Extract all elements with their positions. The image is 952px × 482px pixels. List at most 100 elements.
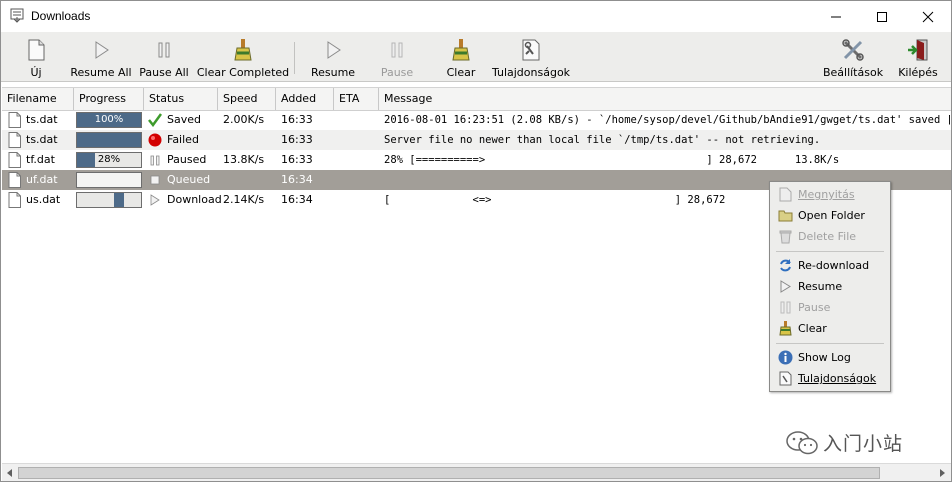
folder-icon: [778, 210, 793, 222]
column-added[interactable]: Added: [276, 88, 334, 110]
pause-all-label: Pause All: [139, 66, 189, 79]
column-filename[interactable]: Filename: [2, 88, 74, 110]
menu-item-label: Clear: [798, 322, 827, 335]
new-button[interactable]: Új: [21, 32, 51, 82]
menu-item-label: Megnyitás: [798, 188, 855, 201]
toolbar-separator: [294, 42, 295, 74]
progress-text: [77, 133, 141, 147]
pause-icon: [158, 42, 170, 58]
menu-item-show-log[interactable]: Show Log: [772, 347, 888, 368]
menu-item-resume[interactable]: Resume: [772, 276, 888, 297]
menu-item-pause[interactable]: Pause: [772, 297, 888, 318]
menu-separator: [776, 343, 884, 344]
toolbar: Új Resume All Pause All Clear Completed: [1, 32, 951, 82]
menu-item-open[interactable]: Megnyitás: [772, 184, 888, 205]
window-title: Downloads: [31, 9, 91, 23]
progress-text: 100%: [94, 114, 124, 125]
broom-icon: [779, 321, 792, 336]
scroll-left-icon[interactable]: [5, 468, 13, 478]
pause-icon: [150, 155, 160, 166]
queued-icon: [150, 175, 160, 185]
row-speed: 2.14K/s: [223, 193, 265, 206]
close-button[interactable]: [905, 1, 951, 32]
broom-icon: [234, 39, 252, 61]
menu-item-label: Delete File: [798, 230, 857, 243]
column-speed[interactable]: Speed: [218, 88, 276, 110]
clear-button[interactable]: Clear: [443, 32, 479, 82]
file-icon: [8, 172, 21, 188]
menu-item-redownload[interactable]: Re-download: [772, 255, 888, 276]
play-icon: [327, 41, 341, 59]
progress-text: 28%: [97, 154, 121, 165]
clear-label: Clear: [446, 66, 476, 79]
menu-separator: [776, 251, 884, 252]
scroll-right-icon[interactable]: [939, 468, 947, 478]
wechat-logo-icon: [786, 431, 818, 455]
menu-item-open-folder[interactable]: Open Folder: [772, 205, 888, 226]
pause-button[interactable]: Pause: [377, 32, 417, 82]
app-icon: [10, 8, 24, 23]
broom-icon: [452, 39, 470, 61]
menu-item-properties[interactable]: Tulajdonságok: [772, 368, 888, 389]
horizontal-scrollbar[interactable]: [2, 463, 951, 481]
open-file-icon: [779, 187, 792, 202]
new-label: Új: [30, 66, 42, 79]
row-status: Saved: [167, 113, 201, 126]
row-added: 16:33: [281, 133, 313, 146]
properties-icon: [522, 39, 540, 61]
row-status: Failed: [167, 133, 199, 146]
menu-item-clear[interactable]: Clear: [772, 318, 888, 339]
menu-item-label: Pause: [798, 301, 831, 314]
row-filename: uf.dat: [26, 173, 58, 186]
column-progress[interactable]: Progress: [74, 88, 144, 110]
row-status: Download: [167, 193, 222, 206]
quit-label: Kilépés: [898, 66, 938, 79]
pause-all-button[interactable]: Pause All: [139, 32, 189, 82]
row-filename: ts.dat: [26, 133, 58, 146]
row-message: 28% [==========> ] 28,672 13.8K/s: [384, 154, 840, 166]
resume-button[interactable]: Resume: [311, 32, 355, 82]
pause-label: Pause: [380, 66, 414, 79]
menu-item-label: Show Log: [798, 351, 851, 364]
progress-text: [77, 173, 141, 187]
settings-tools-icon: [842, 39, 864, 61]
column-message[interactable]: Message: [379, 88, 951, 110]
error-icon: [148, 133, 162, 147]
row-filename: ts.dat: [26, 113, 58, 126]
maximize-button[interactable]: [859, 1, 905, 32]
resume-all-button[interactable]: Resume All: [70, 32, 132, 82]
column-header: Filename Progress Status Speed Added ETA…: [2, 87, 951, 111]
file-icon: [8, 112, 21, 128]
row-added: 16:34: [281, 193, 313, 206]
table-row[interactable]: ts.dat Failed 16:33 Server file no newer…: [2, 130, 951, 150]
row-filename: us.dat: [26, 193, 61, 206]
quit-button[interactable]: Kilépés: [897, 32, 939, 82]
close-icon: [922, 11, 934, 22]
play-icon: [150, 194, 160, 206]
clear-completed-button[interactable]: Clear Completed: [197, 32, 289, 82]
pause-icon: [780, 301, 791, 314]
row-speed: 13.8K/s: [223, 153, 265, 166]
row-message: 2016-08-01 16:23:51 (2.08 KB/s) - `/home…: [384, 114, 950, 126]
context-menu: Megnyitás Open Folder Delete File Re-dow…: [769, 181, 891, 392]
play-icon: [780, 280, 791, 293]
properties-label: Tulajdonságok: [491, 66, 571, 79]
watermark: 入门小站: [785, 426, 935, 460]
column-status[interactable]: Status: [144, 88, 218, 110]
properties-button[interactable]: Tulajdonságok: [492, 32, 570, 82]
scrollbar-thumb[interactable]: [18, 467, 880, 479]
pause-icon: [391, 42, 403, 58]
menu-item-delete-file[interactable]: Delete File: [772, 226, 888, 247]
maximize-icon: [877, 11, 887, 22]
table-row[interactable]: tf.dat 28% Paused 13.8K/s 16:33 28% [===…: [2, 150, 951, 170]
column-eta[interactable]: ETA: [334, 88, 379, 110]
play-icon: [95, 41, 109, 59]
exit-icon: [908, 39, 928, 61]
minimize-button[interactable]: [813, 1, 859, 32]
row-added: 16:33: [281, 153, 313, 166]
table-row[interactable]: ts.dat 100% Saved 2.00K/s 16:33 2016-08-…: [2, 110, 951, 130]
settings-button[interactable]: Beállítások: [823, 32, 883, 82]
menu-item-label: Tulajdonságok: [798, 372, 877, 385]
menu-item-label: Resume: [798, 280, 843, 293]
progress-bar: [76, 132, 142, 148]
